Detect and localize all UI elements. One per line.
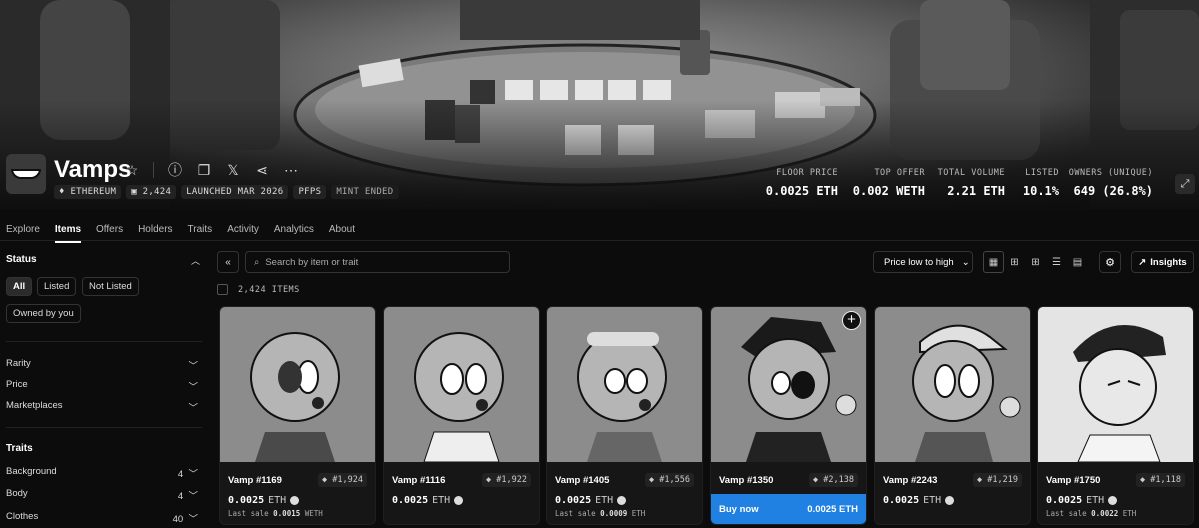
chip-chain: ♦ ETHEREUM xyxy=(54,185,122,199)
status-listed[interactable]: Listed xyxy=(37,277,77,296)
nft-price: 0.0025 ETH xyxy=(883,495,955,506)
info-icon[interactable]: ⓘ xyxy=(167,160,183,180)
trait-clothes[interactable]: Clothes 40 ﹀ xyxy=(6,511,198,525)
grid-medium-icon[interactable]: ⊞ xyxy=(1004,251,1025,273)
grid-small-icon[interactable]: ⊞ xyxy=(1025,251,1046,273)
nft-image xyxy=(711,307,866,462)
nft-price: 0.0025 ETH xyxy=(555,495,627,506)
collapse-sidebar-button[interactable]: « xyxy=(217,251,239,273)
nft-price: 0.0025 ETH xyxy=(1046,495,1118,506)
nft-image xyxy=(220,307,375,462)
nft-price: 0.0025 ETH xyxy=(228,495,300,506)
nft-name: Vamp #1169 xyxy=(228,475,282,486)
view-toggle-group: ▦ ⊞ ⊞ ☰ ▤ xyxy=(983,251,1088,273)
divider xyxy=(6,427,202,428)
nft-name: Vamp #1350 xyxy=(719,475,774,486)
filter-marketplaces[interactable]: Marketplaces ﹀ xyxy=(6,400,198,414)
search-input[interactable]: ⌕ Search by item or trait xyxy=(245,251,510,273)
rarity-rank: ◆ #1,219 xyxy=(973,473,1022,487)
status-not-listed[interactable]: Not Listed xyxy=(82,277,139,296)
search-icon: ⌕ xyxy=(254,256,260,268)
status-all[interactable]: All xyxy=(6,277,33,296)
nft-name: Vamp #2243 xyxy=(883,475,938,486)
grid-large-icon[interactable]: ▦ xyxy=(983,251,1004,273)
rarity-rank: ◆ #1,924 xyxy=(318,473,367,487)
insights-button[interactable]: ↗ Insights xyxy=(1131,251,1194,273)
nft-name: Vamp #1750 xyxy=(1046,475,1101,486)
share-icon[interactable]: ⋖ xyxy=(254,162,270,179)
status-owned-by-you[interactable]: Owned by you xyxy=(6,304,81,323)
rarity-rank: ◆ #2,138 xyxy=(809,473,858,487)
buy-now-button[interactable]: Buy now 0.0025 ETH xyxy=(711,494,866,524)
nft-card[interactable]: Vamp #1750 ◆ #1,118 0.0025 ETH Last sale … xyxy=(1037,306,1194,525)
chevron-down-icon: ⌄ xyxy=(961,256,970,268)
chart-icon: ↗ xyxy=(1138,256,1147,268)
rarity-rank: ◆ #1,118 xyxy=(1136,473,1185,487)
sort-select[interactable]: Price low to high ⌄ xyxy=(873,251,973,273)
last-sale: Last sale 0.0009 ETH xyxy=(555,509,646,518)
eth-icon xyxy=(617,496,627,505)
nft-price: 0.0025 ETH xyxy=(392,495,464,506)
filter-sidebar: Status ︿ All Listed Not Listed Owned by … xyxy=(0,241,210,528)
eth-icon xyxy=(454,496,464,505)
stat-floor-price: FLOOR PRICE 0.0025 ETH xyxy=(765,168,838,198)
nft-name: Vamp #1405 xyxy=(555,475,610,486)
select-all-checkbox[interactable] xyxy=(217,284,228,295)
filter-rarity[interactable]: Rarity ﹀ xyxy=(6,358,198,372)
table-icon[interactable]: ▤ xyxy=(1067,251,1088,273)
traits-heading: Traits xyxy=(6,443,33,454)
nft-image xyxy=(384,307,539,462)
sort-label: Price low to high xyxy=(884,256,954,268)
chevron-up-icon[interactable]: ︿ xyxy=(191,254,200,267)
gear-icon[interactable]: ⚙ xyxy=(1099,251,1121,273)
chip-supply: ▣ 2,424 xyxy=(126,185,177,199)
chevron-down-icon: ﹀ xyxy=(188,403,198,414)
chevron-down-icon: ﹀ xyxy=(188,382,198,393)
list-icon[interactable]: ☰ xyxy=(1046,251,1067,273)
items-count: 2,424 ITEMS xyxy=(238,284,300,295)
chip-launched: LAUNCHED MAR 2026 xyxy=(181,185,289,199)
filter-price[interactable]: Price ﹀ xyxy=(6,379,198,393)
nft-image xyxy=(1038,307,1193,462)
eth-icon xyxy=(945,496,955,505)
eth-icon xyxy=(1108,496,1118,505)
rarity-rank: ◆ #1,556 xyxy=(645,473,694,487)
nft-image xyxy=(875,307,1030,462)
eth-icon xyxy=(290,496,300,505)
add-to-cart-icon[interactable]: + xyxy=(842,311,861,330)
search-placeholder: Search by item or trait xyxy=(265,256,359,268)
nft-card[interactable]: Vamp #1169 ◆ #1,924 0.0025 ETH Last sale … xyxy=(219,306,376,525)
nft-card[interactable]: + Vamp #1350 ◆ #2,138 Buy now 0.0025 ETH xyxy=(710,306,867,525)
expand-stats-button[interactable]: ⤢ xyxy=(1175,174,1195,194)
status-heading[interactable]: Status xyxy=(6,254,37,265)
stat-owners: OWNERS (UNIQUE) 649 (26.8%) xyxy=(1068,168,1153,198)
trait-body[interactable]: Body 4 ﹀ xyxy=(6,488,198,502)
trait-background[interactable]: Background 4 ﹀ xyxy=(6,466,198,480)
stat-total-volume: TOTAL VOLUME 2.21 ETH xyxy=(937,168,1005,198)
nft-name: Vamp #1116 xyxy=(392,475,446,486)
more-icon[interactable]: ⋯ xyxy=(283,162,299,179)
items-count-row: 2,424 ITEMS xyxy=(217,284,300,295)
last-sale: Last sale 0.0022 ETH xyxy=(1046,509,1137,518)
rarity-rank: ◆ #1,922 xyxy=(482,473,531,487)
last-sale: Last sale 0.0015 WETH xyxy=(228,509,323,518)
copy-icon[interactable]: ❐ xyxy=(196,162,212,179)
stat-listed: LISTED 10.1% xyxy=(1022,168,1059,198)
nft-card[interactable]: Vamp #1405 ◆ #1,556 0.0025 ETH Last sale … xyxy=(546,306,703,525)
collection-name: Vamps xyxy=(54,156,132,183)
collection-logo xyxy=(6,154,46,194)
chip-mint-status: MINT ENDED xyxy=(331,185,399,199)
nft-image xyxy=(547,307,702,462)
stat-top-offer: TOP OFFER 0.002 WETH xyxy=(852,168,925,198)
nft-card[interactable]: Vamp #1116 ◆ #1,922 0.0025 ETH xyxy=(383,306,540,525)
divider xyxy=(153,162,154,178)
chip-category: PFPS xyxy=(293,185,327,199)
star-icon[interactable]: ☆ xyxy=(124,162,140,179)
nft-card[interactable]: Vamp #2243 ◆ #1,219 0.0025 ETH xyxy=(874,306,1031,525)
divider xyxy=(6,341,202,342)
x-icon[interactable]: 𝕏 xyxy=(225,162,241,179)
insights-label: Insights xyxy=(1150,256,1187,268)
chevron-down-icon: ﹀ xyxy=(188,361,198,372)
